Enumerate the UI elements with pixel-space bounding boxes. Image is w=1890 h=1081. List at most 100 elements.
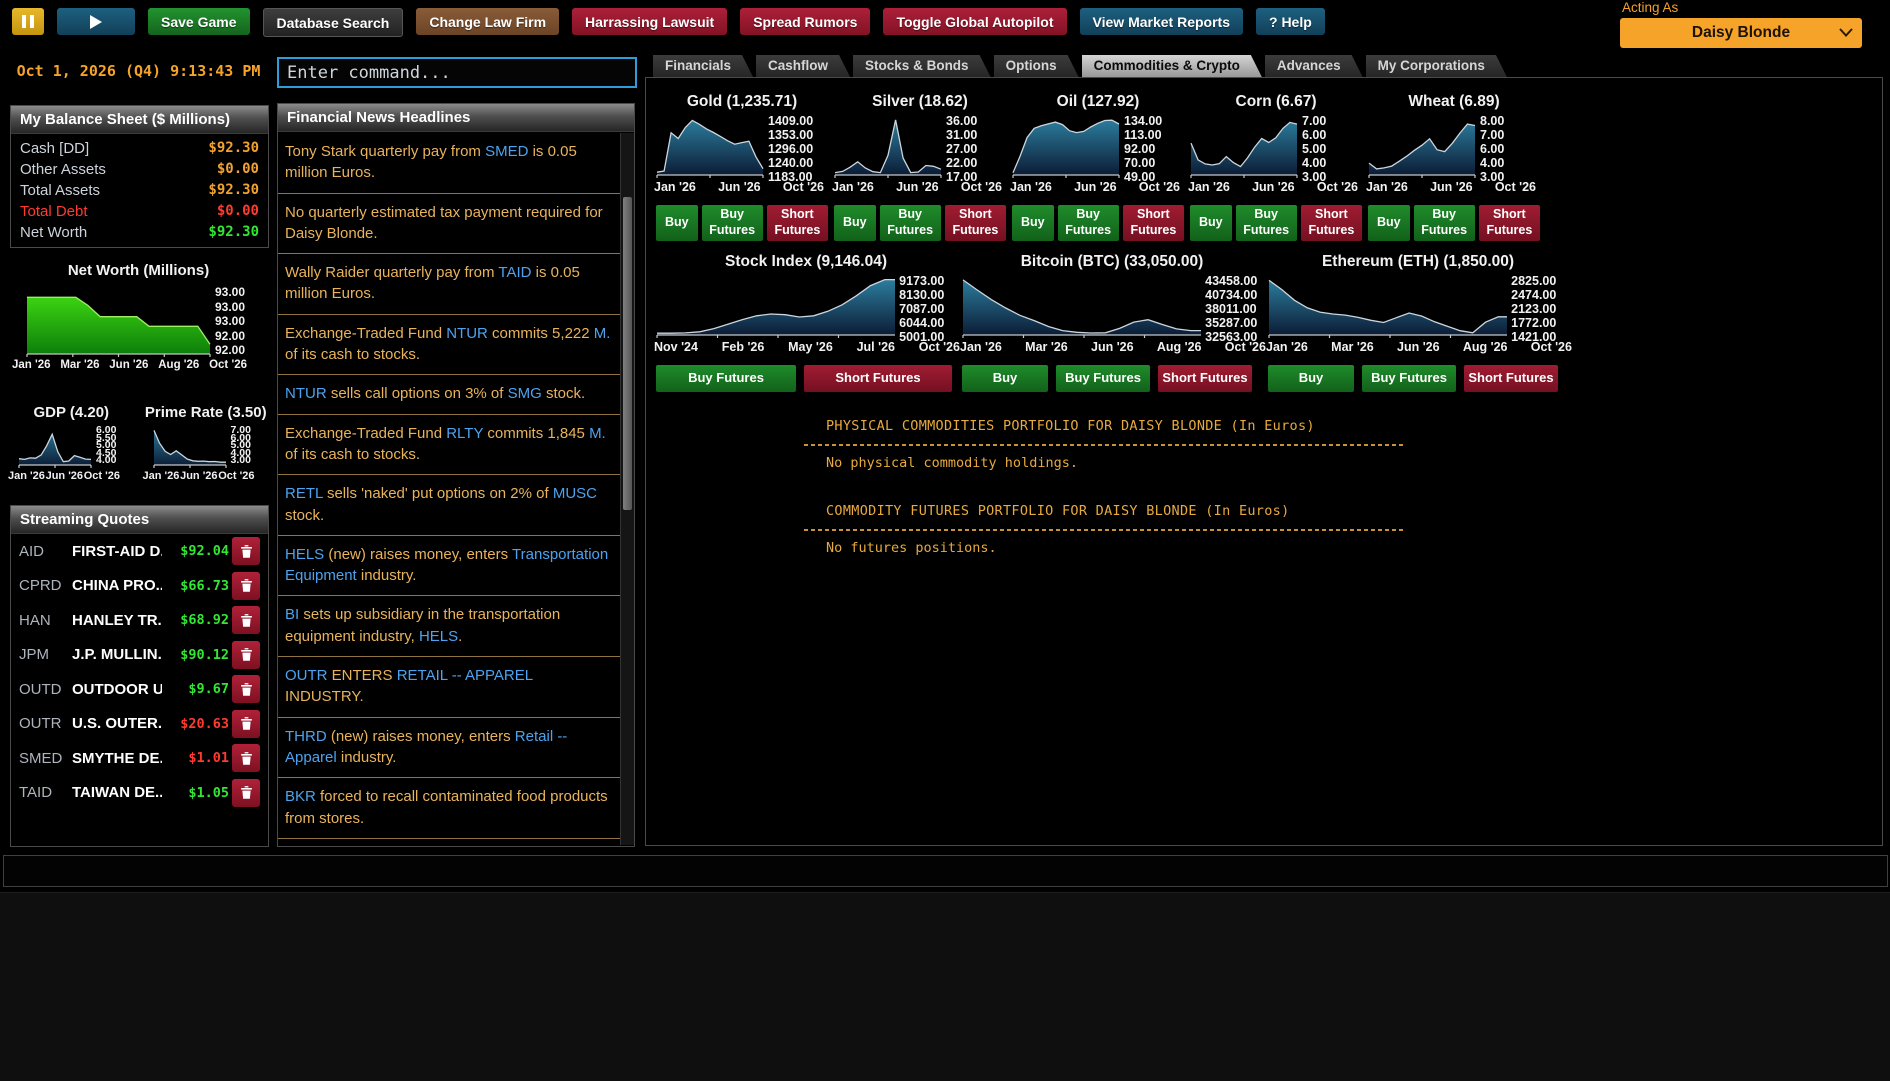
tab-cashflow[interactable]: Cashflow <box>756 55 850 77</box>
short-futures-ethereum-button[interactable]: Short Futures <box>1464 365 1558 392</box>
remove-quote-button[interactable] <box>232 572 260 600</box>
tab-stocks-bonds[interactable]: Stocks & Bonds <box>853 55 991 77</box>
toggle-global-autopilot-button[interactable]: Toggle Global Autopilot <box>883 8 1066 35</box>
news-text: industry. <box>357 567 417 584</box>
news-ticker-link[interactable]: RETAIL -- APPAREL <box>397 667 533 684</box>
remove-quote-button[interactable] <box>232 779 260 807</box>
buy-futures-silver-button[interactable]: Buy Futures <box>880 205 941 241</box>
short-futures-gold-button[interactable]: Short Futures <box>767 205 828 241</box>
news-ticker-link[interactable]: M. <box>589 425 606 442</box>
buy-gold-button[interactable]: Buy <box>656 205 698 241</box>
chart-plot-corn <box>1190 114 1298 178</box>
pause-button[interactable] <box>12 8 44 35</box>
chart-plot-net_worth <box>26 285 211 357</box>
database-search-button[interactable]: Database Search <box>263 8 404 37</box>
news-ticker-link[interactable]: HELS <box>285 546 324 563</box>
quote-row-cprd[interactable]: CPRDCHINA PRO...$66.73 <box>11 569 268 604</box>
short-futures-wheat-button[interactable]: Short Futures <box>1479 205 1540 241</box>
news-ticker-link[interactable]: SMED <box>485 143 528 160</box>
balance-label: Total Debt <box>20 201 88 222</box>
news-ticker-link[interactable]: RLTY <box>446 425 483 442</box>
short-futures-corn-button[interactable]: Short Futures <box>1301 205 1362 241</box>
buy-ethereum-button[interactable]: Buy <box>1268 365 1354 392</box>
buy-bitcoin-button[interactable]: Buy <box>962 365 1048 392</box>
news-scrollbar-thumb[interactable] <box>623 197 632 510</box>
news-item: BI sets up subsidiary in the transportat… <box>278 596 621 657</box>
buy-futures-ethereum-button[interactable]: Buy Futures <box>1362 365 1456 392</box>
quote-row-outd[interactable]: OUTDOUTDOOR U...$9.67 <box>11 672 268 707</box>
news-ticker-link[interactable]: M. <box>594 325 611 342</box>
chart-bitcoin: Bitcoin (BTC) (33,050.00)43458.0040734.0… <box>962 253 1262 354</box>
spread-rumors-button[interactable]: Spread Rumors <box>740 8 870 35</box>
short-futures-bitcoin-button[interactable]: Short Futures <box>1158 365 1252 392</box>
remove-quote-button[interactable] <box>232 744 260 772</box>
y-axis-labels: 134.00113.0092.0070.0049.00 <box>1124 114 1182 178</box>
quote-row-jpm[interactable]: JPMJ.P. MULLIN...$90.12 <box>11 638 268 673</box>
news-ticker-link[interactable]: NTUR <box>446 325 488 342</box>
command-input[interactable] <box>277 57 637 88</box>
remove-quote-button[interactable] <box>232 537 260 565</box>
buy-futures-corn-button[interactable]: Buy Futures <box>1236 205 1297 241</box>
buy-wheat-button[interactable]: Buy <box>1368 205 1410 241</box>
tab-options[interactable]: Options <box>994 55 1079 77</box>
news-ticker-link[interactable]: OUTR <box>285 667 328 684</box>
column-corn: Corn (6.67)7.006.005.004.003.00Jan '26Ju… <box>1190 93 1362 241</box>
news-ticker-link[interactable]: MUSC <box>553 485 597 502</box>
buy-corn-button[interactable]: Buy <box>1190 205 1232 241</box>
news-ticker-link[interactable]: BKR <box>285 788 316 805</box>
view-market-reports-button[interactable]: View Market Reports <box>1080 8 1243 35</box>
quote-row-aid[interactable]: AIDFIRST-AID D...$92.04 <box>11 534 268 569</box>
news-ticker-link[interactable]: SMG <box>508 385 542 402</box>
tab-commodities-crypto[interactable]: Commodities & Crypto <box>1082 55 1262 77</box>
buy-silver-button[interactable]: Buy <box>834 205 876 241</box>
buy-futures-bitcoin-button[interactable]: Buy Futures <box>1056 365 1150 392</box>
remove-quote-button[interactable] <box>232 675 260 703</box>
news-ticker-link[interactable]: THRD <box>285 728 327 745</box>
harrassing-lawsuit-button[interactable]: Harrassing Lawsuit <box>572 8 727 35</box>
remove-quote-button[interactable] <box>232 641 260 669</box>
remove-quote-button[interactable] <box>232 606 260 634</box>
news-ticker-link[interactable]: NTUR <box>285 385 327 402</box>
chart-wheat: Wheat (6.89)8.007.006.004.003.00Jan '26J… <box>1368 93 1540 194</box>
buy-oil-button[interactable]: Buy <box>1012 205 1054 241</box>
chart-title-net_worth: Net Worth (Millions) <box>10 262 267 279</box>
play-button[interactable] <box>57 8 135 35</box>
news-scrollbar[interactable] <box>620 133 634 845</box>
save-game-button[interactable]: Save Game <box>148 8 250 35</box>
chart-gold: Gold (1,235.71)1409.001353.001296.001240… <box>656 93 828 194</box>
news-text: of its cash to stocks. <box>285 346 420 363</box>
quote-row-smed[interactable]: SMEDSMYTHE DE...$1.01 <box>11 741 268 776</box>
acting-as-label: Acting As <box>1622 0 1862 15</box>
chart-plot-gold <box>656 114 764 178</box>
tab-advances[interactable]: Advances <box>1265 55 1363 77</box>
remove-quote-button[interactable] <box>232 710 260 738</box>
tab-my-corporations[interactable]: My Corporations <box>1366 55 1507 77</box>
news-ticker-link[interactable]: TAID <box>498 264 531 281</box>
quote-row-outr[interactable]: OUTRU.S. OUTER...$20.63 <box>11 707 268 742</box>
change-law-firm-button[interactable]: Change Law Firm <box>416 8 559 35</box>
play-icon <box>90 15 102 29</box>
short-futures-silver-button[interactable]: Short Futures <box>945 205 1006 241</box>
help-button[interactable]: ? Help <box>1256 8 1325 35</box>
trash-icon <box>239 544 254 559</box>
buy-futures-stock_index-button[interactable]: Buy Futures <box>656 365 796 392</box>
quote-name: CHINA PRO... <box>72 577 162 594</box>
news-ticker-link[interactable]: HELS <box>419 628 458 645</box>
buy-futures-gold-button[interactable]: Buy Futures <box>702 205 763 241</box>
tab-financials[interactable]: Financials <box>653 55 753 77</box>
quote-row-taid[interactable]: TAIDTAIWAN DE...$1.05 <box>11 776 268 811</box>
news-ticker-link[interactable]: BI <box>285 606 299 623</box>
pause-icon <box>22 15 26 28</box>
buy-futures-oil-button[interactable]: Buy Futures <box>1058 205 1119 241</box>
balance-label: Other Assets <box>20 159 106 180</box>
short-futures-stock_index-button[interactable]: Short Futures <box>804 365 952 392</box>
short-futures-oil-button[interactable]: Short Futures <box>1123 205 1184 241</box>
quote-name: TAIWAN DE... <box>72 784 162 801</box>
acting-as-dropdown[interactable]: Daisy Blonde <box>1620 18 1862 48</box>
news-ticker-link[interactable]: RETL <box>285 485 323 502</box>
x-axis-labels: Jan '26Jun '26Oct '26 <box>10 470 118 482</box>
quote-row-han[interactable]: HANHANLEY TR...$68.92 <box>11 603 268 638</box>
news-text: Exchange-Traded Fund <box>285 425 446 442</box>
chart-plot-bitcoin <box>962 274 1201 338</box>
buy-futures-wheat-button[interactable]: Buy Futures <box>1414 205 1475 241</box>
